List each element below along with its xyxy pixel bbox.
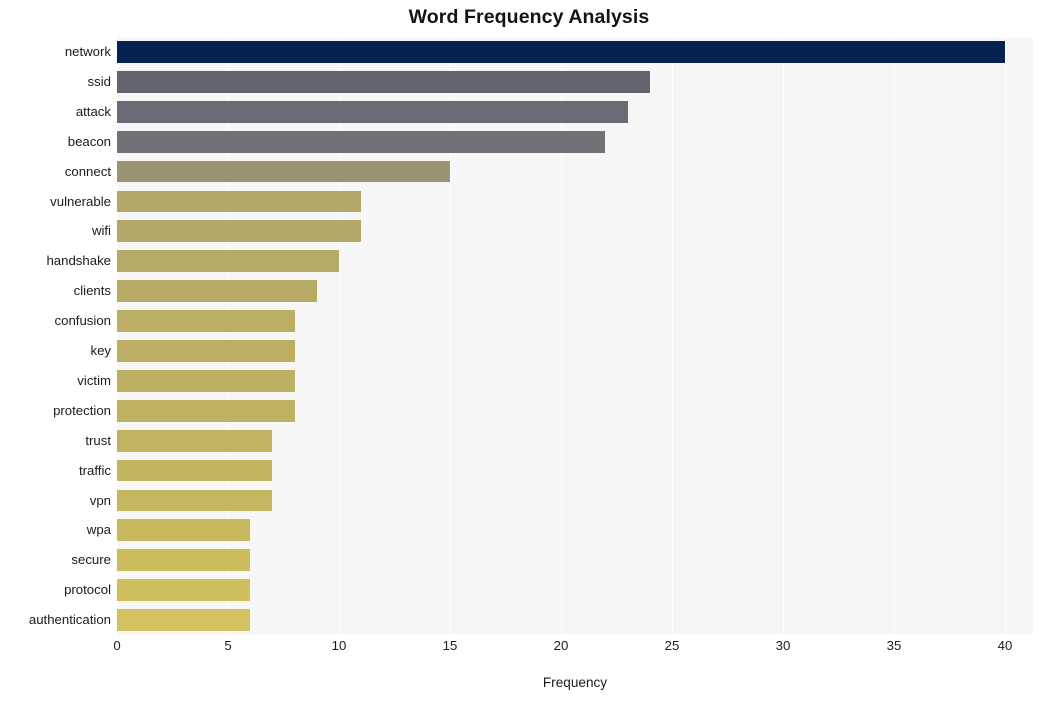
bar-row: [117, 157, 1033, 187]
bar-victim[interactable]: [117, 369, 295, 392]
bar-protection[interactable]: [117, 399, 295, 422]
bar-row: [117, 216, 1033, 246]
bar-row: [117, 396, 1033, 426]
bar-row: [117, 515, 1033, 545]
bar-wifi[interactable]: [117, 220, 362, 243]
bar-authentication[interactable]: [117, 609, 251, 631]
bar-connect[interactable]: [117, 160, 450, 183]
x-tick-label-15: 15: [442, 638, 458, 653]
bar-row: [117, 67, 1033, 97]
y-tick-label-clients: clients: [73, 283, 111, 299]
y-tick-label-trust: trust: [85, 432, 111, 448]
y-tick-label-key: key: [90, 343, 111, 358]
bar-row: [117, 486, 1033, 516]
bar-key[interactable]: [117, 340, 295, 362]
x-tick-label-25: 25: [664, 638, 680, 653]
y-tick-label-handshake: handshake: [46, 253, 111, 269]
chart-figure: Word Frequency Analysis network ssid attac…: [0, 0, 1058, 701]
y-tick-label-wifi: wifi: [91, 223, 111, 239]
y-tick-label-beacon: beacon: [67, 133, 111, 149]
bar-traffic[interactable]: [117, 459, 273, 482]
y-tick-label-victim: victim: [77, 372, 111, 388]
y-tick-label-vpn: vpn: [89, 492, 111, 508]
y-tick-label-connect: connect: [64, 163, 111, 179]
y-tick-label-vulnerable: vulnerable: [50, 193, 111, 209]
y-tick-label-protocol: protocol: [64, 582, 111, 598]
y-tick-label-wpa: wpa: [86, 522, 111, 538]
chart-title: Word Frequency Analysis: [408, 6, 650, 28]
bar-row: [117, 426, 1033, 456]
bars-container: [117, 37, 1033, 635]
y-axis-tick-labels: network ssid attack beacon connect vulnerable…: [0, 37, 111, 635]
plot-area: [117, 37, 1033, 635]
y-tick-label-protection: protection: [53, 402, 111, 418]
bar-row: [117, 97, 1033, 127]
bar-clients[interactable]: [117, 280, 317, 303]
bar-row: [117, 246, 1033, 276]
bar-network[interactable]: [117, 41, 1005, 63]
y-tick-label-network: network: [64, 44, 111, 59]
bar-row: [117, 187, 1033, 217]
bar-attack[interactable]: [117, 100, 628, 123]
bar-protocol[interactable]: [117, 579, 251, 602]
y-tick-label-confusion: confusion: [54, 313, 111, 329]
y-tick-label-traffic: traffic: [78, 462, 111, 478]
x-tick-label-20: 20: [553, 638, 569, 653]
bar-row: [117, 336, 1033, 366]
y-tick-label-secure: secure: [71, 552, 111, 568]
bar-vpn[interactable]: [117, 489, 273, 512]
bar-row: [117, 605, 1033, 635]
bar-vulnerable[interactable]: [117, 190, 362, 213]
y-tick-label-ssid: ssid: [87, 73, 111, 89]
y-tick-label-authentication: authentication: [28, 612, 111, 628]
bar-row: [117, 37, 1033, 67]
x-axis-title: Frequency: [542, 675, 608, 690]
y-tick-label-attack: attack: [75, 103, 111, 119]
bar-confusion[interactable]: [117, 310, 295, 332]
bar-secure[interactable]: [117, 549, 251, 572]
x-tick-label-5: 5: [224, 638, 232, 653]
bar-row: [117, 575, 1033, 605]
bar-row: [117, 276, 1033, 306]
bar-trust[interactable]: [117, 429, 273, 452]
bar-row: [117, 456, 1033, 486]
bar-wpa[interactable]: [117, 519, 251, 542]
bar-beacon[interactable]: [117, 130, 606, 153]
bar-handshake[interactable]: [117, 250, 339, 273]
x-tick-label-30: 30: [775, 638, 791, 653]
bar-row: [117, 127, 1033, 157]
x-axis-tick-labels: 0 5 10 15 20 25 30 35 40: [0, 638, 1058, 660]
x-tick-label-40: 40: [997, 638, 1013, 653]
bar-row: [117, 545, 1033, 575]
bar-ssid[interactable]: [117, 70, 650, 93]
x-tick-label-35: 35: [886, 638, 902, 653]
x-tick-label-0: 0: [113, 638, 121, 653]
bar-row: [117, 306, 1033, 336]
x-tick-label-10: 10: [331, 638, 347, 653]
bar-row: [117, 366, 1033, 396]
